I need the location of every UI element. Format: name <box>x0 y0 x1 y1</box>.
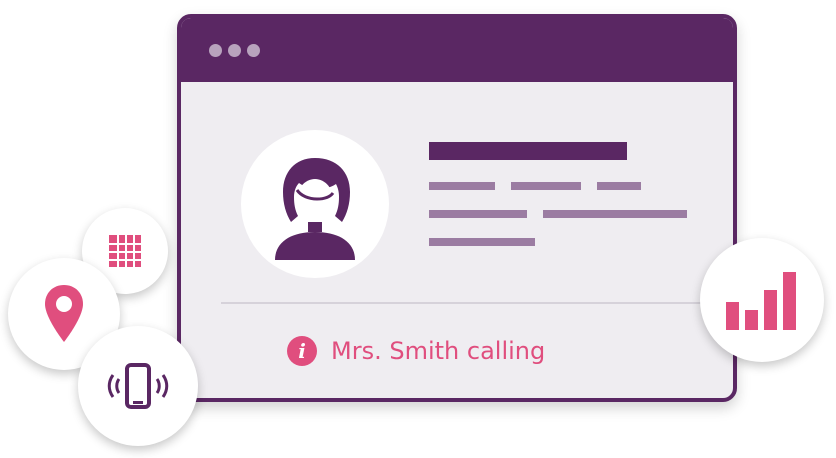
user-avatar-icon <box>241 130 389 278</box>
signal-bars-icon <box>726 272 796 330</box>
placeholder-line <box>429 210 527 218</box>
placeholder-line <box>597 182 641 190</box>
map-pin-icon <box>45 285 83 342</box>
window-titlebar <box>181 18 733 82</box>
window-divider <box>221 302 713 304</box>
placeholder-name-line <box>429 142 627 160</box>
placeholder-line <box>429 182 495 190</box>
window-dot-1[interactable] <box>209 44 222 57</box>
window-dot-2[interactable] <box>228 44 241 57</box>
window-controls <box>209 44 260 57</box>
signal-bubble[interactable] <box>700 238 824 362</box>
placeholder-line <box>511 182 581 190</box>
illustration-stage: i Mrs. Smith calling <box>0 0 836 458</box>
placeholder-line <box>543 210 687 218</box>
info-icon: i <box>287 336 317 366</box>
vibrating-phone-icon <box>107 363 169 409</box>
caller-window: i Mrs. Smith calling <box>177 14 737 402</box>
caller-status-text: Mrs. Smith calling <box>331 337 546 365</box>
caller-status[interactable]: i Mrs. Smith calling <box>287 336 545 366</box>
placeholder-line <box>429 238 535 246</box>
phone-bubble[interactable] <box>78 326 198 446</box>
window-dot-3[interactable] <box>247 44 260 57</box>
user-avatar-icon-graphic <box>275 158 355 260</box>
calendar-grid-icon <box>109 235 141 267</box>
